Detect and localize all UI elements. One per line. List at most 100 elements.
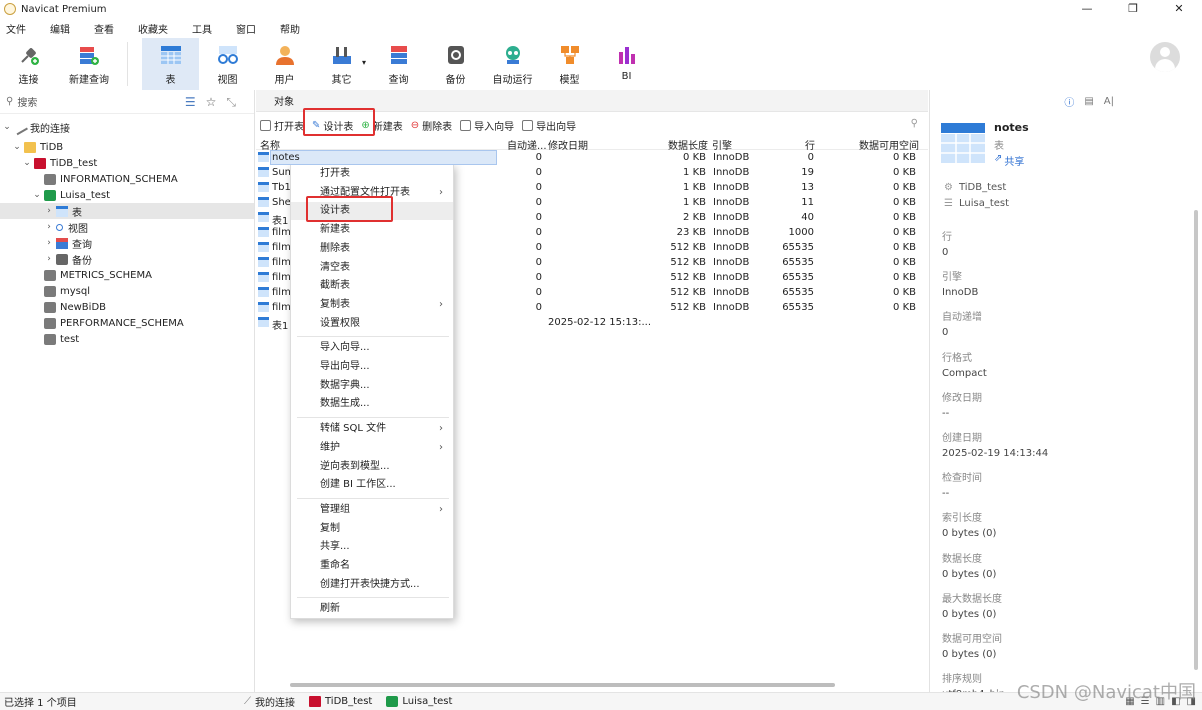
filter-icon[interactable]: ☰ — [185, 95, 196, 110]
menu-item-label: 转储 SQL 文件 — [320, 423, 387, 435]
search-icon[interactable]: ⚲ — [911, 118, 918, 129]
context-menu-item[interactable]: 创建 BI 工作区... — [291, 476, 453, 494]
tree-label: INFORMATION_SCHEMA — [60, 173, 178, 185]
chevron-right-icon[interactable]: › — [44, 238, 54, 248]
context-menu-item[interactable]: 数据字典... — [291, 377, 453, 395]
maximize-button[interactable]: ❐ — [1110, 0, 1156, 18]
user-avatar[interactable] — [1150, 42, 1180, 72]
tree-item-test[interactable]: test — [42, 331, 79, 347]
new-query-button[interactable]: 新建查询 — [57, 38, 121, 90]
menu-favorites[interactable]: 收藏夹 — [138, 21, 168, 36]
chevron-right-icon[interactable]: › — [44, 222, 54, 232]
property-label: 引擎 — [942, 272, 962, 284]
context-menu-item[interactable]: 打开表 — [291, 165, 453, 183]
chevron-down-icon[interactable]: ⌄ — [22, 158, 32, 168]
model-button[interactable]: 模型 — [541, 38, 598, 90]
cell-engine: InnoDB — [713, 167, 750, 178]
tree-item-tables[interactable]: › 表 — [0, 203, 254, 219]
tree-item-information-schema[interactable]: INFORMATION_SCHEMA — [42, 171, 178, 187]
minimize-button[interactable]: — — [1064, 0, 1110, 18]
context-menu-item[interactable]: 共享... — [291, 538, 453, 556]
context-menu-item[interactable]: 刷新 — [291, 600, 453, 618]
tree-item-tidb-test[interactable]: ⌄ TiDB_test — [22, 155, 97, 171]
menu-item-label: 新建表 — [320, 224, 350, 236]
chevron-right-icon[interactable]: › — [44, 206, 54, 216]
cell-date: 2025-02-12 15:13:... — [548, 317, 652, 328]
tree-label: mysql — [60, 285, 90, 297]
menu-window[interactable]: 窗口 — [236, 21, 256, 36]
context-menu-item[interactable]: 管理组 › — [291, 501, 453, 519]
chevron-right-icon[interactable]: › — [44, 254, 54, 264]
cell-engine: InnoDB — [713, 257, 750, 268]
context-menu-item[interactable]: 设置权限 — [291, 315, 453, 333]
connection-button[interactable]: 连接 — [0, 38, 57, 90]
chevron-down-icon[interactable]: ⌄ — [32, 190, 42, 200]
collapse-icon[interactable]: ⤡ — [226, 95, 236, 110]
automation-label: 自动运行 — [492, 75, 533, 86]
tree-item-my-connections[interactable]: ⌄ 我的连接 — [2, 119, 70, 135]
search-bar[interactable]: ⚲ 搜索 ☰ ☆ ⤡ — [0, 90, 254, 114]
table-row[interactable]: notes 0 0 KB InnoDB 0 0 KB — [256, 150, 928, 165]
tab-objects[interactable]: 对象 — [274, 93, 294, 108]
tree-item-views[interactable]: › 视图 — [44, 219, 88, 235]
import-wizard-button[interactable]: 导入向导 — [460, 118, 514, 133]
context-menu-item[interactable]: 创建打开表快捷方式... — [291, 576, 453, 594]
tree-item-mysql[interactable]: mysql — [42, 283, 90, 299]
crumb-database[interactable]: Luisa_test — [384, 696, 452, 707]
context-menu-item[interactable]: 清空表 — [291, 259, 453, 277]
menu-help[interactable]: 帮助 — [280, 21, 300, 36]
context-menu-item[interactable]: 转储 SQL 文件 › — [291, 420, 453, 438]
context-menu-item[interactable]: 新建表 — [291, 221, 453, 239]
tree-item-queries[interactable]: › 查询 — [44, 235, 92, 251]
delete-table-button[interactable]: ⊖ 删除表 — [411, 118, 452, 133]
context-menu-item[interactable]: 截断表 — [291, 277, 453, 295]
crumb-server[interactable]: TiDB_test — [307, 696, 372, 707]
chevron-down-icon[interactable]: ⌄ — [12, 142, 22, 152]
chevron-down-icon[interactable]: ⌄ — [2, 122, 12, 132]
user-button[interactable]: 用户 — [256, 38, 313, 90]
property-item: 数据可用空间 0 bytes (0) — [942, 630, 1002, 660]
bi-button[interactable]: BI — [598, 38, 655, 90]
menu-tools[interactable]: 工具 — [192, 21, 212, 36]
horizontal-scrollbar[interactable] — [290, 683, 835, 687]
tree-item-metrics-schema[interactable]: METRICS_SCHEMA — [42, 267, 152, 283]
share-link[interactable]: ⇗ 共享 — [994, 153, 1024, 168]
tree-item-tidb[interactable]: ⌄ TiDB — [12, 139, 63, 155]
tree-item-luisa-test[interactable]: ⌄ Luisa_test — [32, 187, 110, 203]
context-menu-item[interactable]: 删除表 — [291, 240, 453, 258]
automation-button[interactable]: 自动运行 — [484, 38, 541, 90]
tree-item-performance-schema[interactable]: PERFORMANCE_SCHEMA — [42, 315, 184, 331]
backup-button[interactable]: 备份 — [427, 38, 484, 90]
menu-edit[interactable]: 编辑 — [50, 21, 70, 36]
menu-view[interactable]: 查看 — [94, 21, 114, 36]
star-icon[interactable]: ☆ — [206, 95, 217, 110]
text-icon[interactable]: A| — [1104, 96, 1114, 107]
context-menu-item[interactable]: 导入向导... — [291, 339, 453, 357]
crumb-connections[interactable]: ⟋ 我的连接 — [244, 694, 295, 709]
export-wizard-button[interactable]: 导出向导 — [522, 118, 576, 133]
ddl-icon[interactable]: ▤ — [1084, 96, 1093, 107]
search-input[interactable]: 搜索 — [17, 94, 37, 109]
view-button[interactable]: 视图 — [199, 38, 256, 90]
info-icon[interactable]: ⓘ — [1064, 94, 1074, 109]
table-icon — [258, 302, 269, 312]
context-menu-item[interactable]: 导出向导... — [291, 358, 453, 376]
context-menu-item[interactable]: 复制表 › — [291, 296, 453, 314]
tree-item-newbidb[interactable]: NewBiDB — [42, 299, 106, 315]
menu-file[interactable]: 文件 — [6, 21, 26, 36]
context-menu-item[interactable]: 逆向表到模型... — [291, 458, 453, 476]
context-menu-item[interactable]: 重命名 — [291, 557, 453, 575]
tree-item-backups[interactable]: › 备份 — [44, 251, 92, 267]
close-button[interactable]: ✕ — [1156, 0, 1202, 18]
table-button[interactable]: 表 — [142, 38, 199, 90]
property-item: 行0 — [942, 228, 952, 258]
others-button[interactable]: 其它 ▾ — [313, 38, 370, 90]
query-button[interactable]: 查询 — [370, 38, 427, 90]
vertical-scrollbar[interactable] — [1194, 210, 1198, 670]
cell-name: film — [272, 227, 291, 238]
context-menu-item[interactable]: 数据生成... — [291, 395, 453, 413]
context-menu-item[interactable]: 维护 › — [291, 439, 453, 457]
others-dropdown-icon[interactable]: ▾ — [362, 58, 366, 67]
open-table-button[interactable]: 打开表 — [260, 118, 304, 133]
context-menu-item[interactable]: 复制 — [291, 520, 453, 538]
